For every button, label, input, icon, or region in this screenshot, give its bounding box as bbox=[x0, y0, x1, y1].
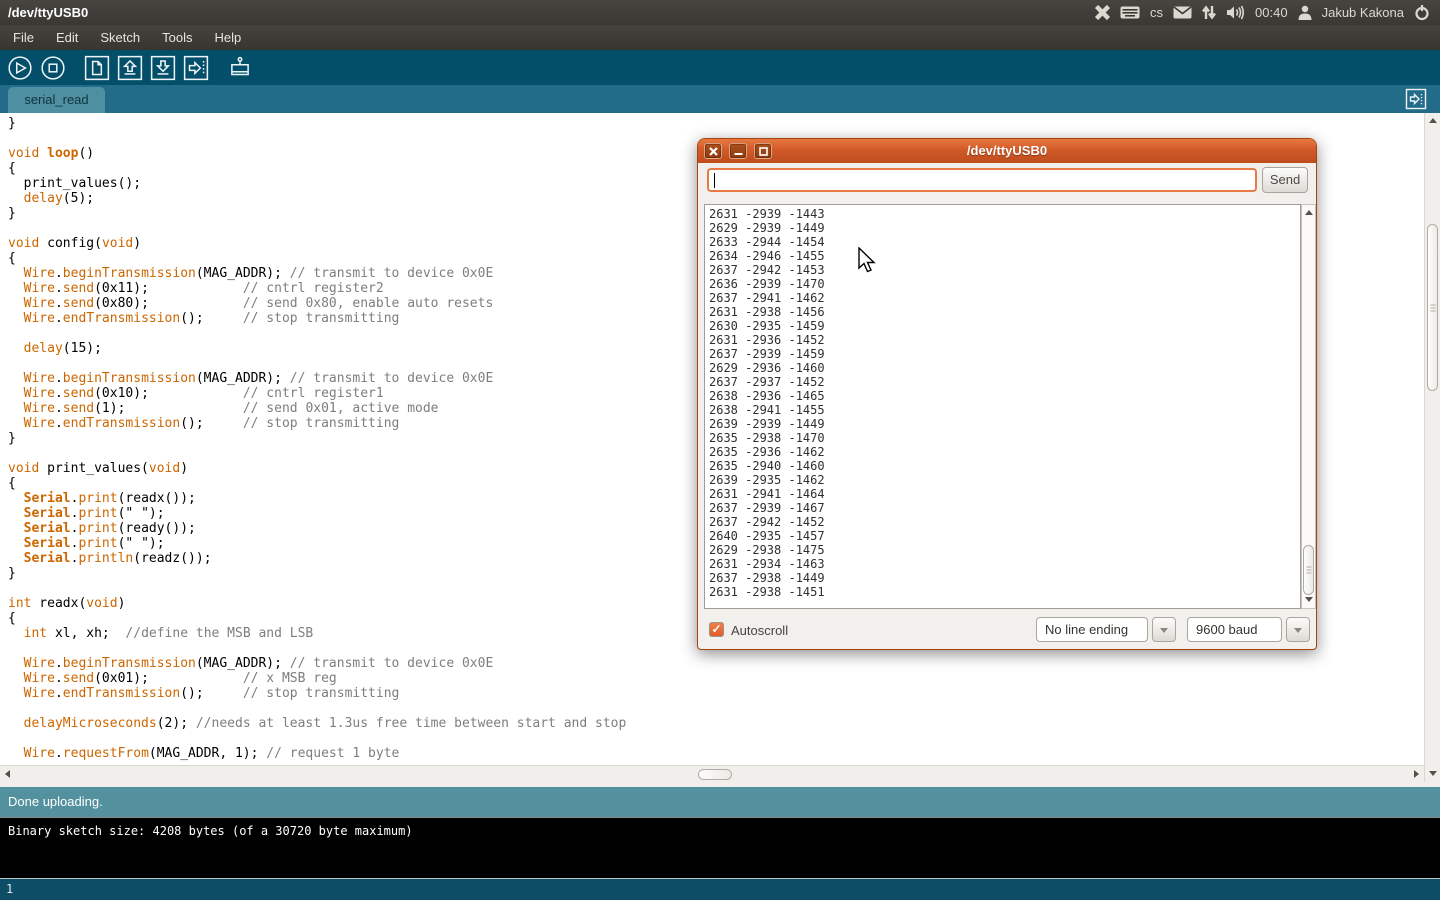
scroll-left-icon[interactable] bbox=[5, 770, 10, 778]
menu-item-edit[interactable]: Edit bbox=[45, 25, 89, 50]
chevron-down-icon bbox=[1160, 628, 1168, 633]
code-line bbox=[8, 701, 1424, 716]
text-caret bbox=[714, 173, 715, 188]
editor-vertical-scrollbar[interactable] bbox=[1424, 113, 1440, 782]
build-console: Binary sketch size: 4208 bytes (of a 307… bbox=[0, 817, 1440, 879]
menu-item-help[interactable]: Help bbox=[203, 25, 252, 50]
code-line: Wire.requestFrom(MAG_ADDR, 1); // reques… bbox=[8, 746, 1424, 761]
serial-monitor-titlebar[interactable]: /dev/ttyUSB0 bbox=[698, 139, 1316, 163]
mail-icon[interactable] bbox=[1173, 6, 1192, 19]
clock-label[interactable]: 00:40 bbox=[1255, 5, 1288, 20]
volume-icon[interactable] bbox=[1226, 5, 1245, 20]
menubar: FileEditSketchToolsHelp bbox=[0, 25, 1440, 50]
console-text: Binary sketch size: 4208 bytes (of a 307… bbox=[8, 824, 413, 838]
user-icon[interactable] bbox=[1298, 5, 1312, 20]
line-number-value: 1 bbox=[6, 882, 13, 896]
scroll-up-icon[interactable] bbox=[1305, 210, 1313, 215]
serial-scrollbar[interactable] bbox=[1301, 204, 1316, 609]
serial-output-text: 2631 -2939 -1443 2629 -2939 -1449 2633 -… bbox=[705, 205, 1300, 599]
tab-bar: serial_read bbox=[0, 85, 1440, 113]
checkmark-icon: ✓ bbox=[711, 622, 721, 636]
line-ending-select[interactable]: No line ending bbox=[1036, 617, 1148, 642]
code-line bbox=[8, 731, 1424, 746]
serial-input-field[interactable] bbox=[707, 168, 1257, 192]
editor-hscroll-thumb[interactable] bbox=[698, 769, 732, 780]
mouse-cursor bbox=[857, 247, 877, 280]
scroll-right-icon[interactable] bbox=[1414, 770, 1419, 778]
new-button[interactable] bbox=[83, 54, 111, 82]
stop-button[interactable] bbox=[39, 54, 67, 82]
panel-window-title: /dev/ttyUSB0 bbox=[0, 5, 88, 20]
serial-monitor-title: /dev/ttyUSB0 bbox=[698, 139, 1316, 163]
editor-horizontal-scrollbar[interactable] bbox=[0, 765, 1424, 782]
tabs-menu-button[interactable] bbox=[1404, 87, 1428, 111]
tab-serial-read[interactable]: serial_read bbox=[8, 87, 105, 113]
serial-output-pane[interactable]: 2631 -2939 -1443 2629 -2939 -1449 2633 -… bbox=[704, 204, 1301, 609]
user-name-label[interactable]: Jakub Kakona bbox=[1322, 5, 1404, 20]
serial-monitor-button[interactable] bbox=[226, 54, 254, 82]
menu-item-tools[interactable]: Tools bbox=[151, 25, 203, 50]
window-controls bbox=[704, 143, 772, 159]
serial-monitor-window: /dev/ttyUSB0 Send 2631 -2939 -1443 2629 … bbox=[697, 138, 1317, 650]
line-ending-dropdown-button[interactable] bbox=[1152, 617, 1176, 642]
code-line: } bbox=[8, 116, 1424, 131]
status-bar: Done uploading. bbox=[0, 787, 1440, 817]
baud-dropdown-button[interactable] bbox=[1286, 617, 1310, 642]
autoscroll-checkbox[interactable]: ✓ bbox=[709, 622, 724, 637]
indicator-icon[interactable] bbox=[1095, 5, 1110, 20]
system-tray: cs 00:40 Jakub Kakona bbox=[1095, 5, 1440, 21]
menu-item-file[interactable]: File bbox=[2, 25, 45, 50]
menu-item-sketch[interactable]: Sketch bbox=[89, 25, 151, 50]
network-arrows-icon[interactable] bbox=[1202, 5, 1216, 20]
toolbar bbox=[0, 50, 1440, 85]
top-panel: /dev/ttyUSB0 cs 00:40 Jakub Kakona bbox=[0, 0, 1440, 25]
status-message: Done uploading. bbox=[8, 794, 103, 809]
line-number-bar: 1 bbox=[0, 879, 1440, 900]
code-line: Wire.beginTransmission(MAG_ADDR); // tra… bbox=[8, 656, 1424, 671]
code-line: Wire.endTransmission(); // stop transmit… bbox=[8, 686, 1424, 701]
keyboard-layout-icon[interactable] bbox=[1120, 6, 1140, 19]
code-line: delayMicroseconds(2); //needs at least 1… bbox=[8, 716, 1424, 731]
verify-button[interactable] bbox=[6, 54, 34, 82]
power-icon[interactable] bbox=[1414, 5, 1430, 21]
code-line: Wire.send(0x01); // x MSB reg bbox=[8, 671, 1424, 686]
send-button[interactable]: Send bbox=[1262, 167, 1308, 193]
autoscroll-label: Autoscroll bbox=[731, 623, 788, 638]
chevron-down-icon bbox=[1294, 628, 1302, 633]
keyboard-layout-label[interactable]: cs bbox=[1150, 5, 1163, 20]
minimize-button[interactable] bbox=[729, 143, 747, 159]
maximize-button[interactable] bbox=[754, 143, 772, 159]
save-button[interactable] bbox=[149, 54, 177, 82]
serial-scroll-thumb[interactable] bbox=[1303, 545, 1314, 595]
editor-vscroll-thumb[interactable] bbox=[1427, 224, 1438, 391]
baud-rate-select[interactable]: 9600 baud bbox=[1187, 617, 1282, 642]
scroll-up-icon[interactable] bbox=[1429, 118, 1437, 123]
scroll-down-icon[interactable] bbox=[1305, 597, 1313, 602]
close-button[interactable] bbox=[704, 143, 722, 159]
scroll-down-icon[interactable] bbox=[1429, 771, 1437, 776]
upload-button[interactable] bbox=[182, 54, 210, 82]
open-button[interactable] bbox=[116, 54, 144, 82]
